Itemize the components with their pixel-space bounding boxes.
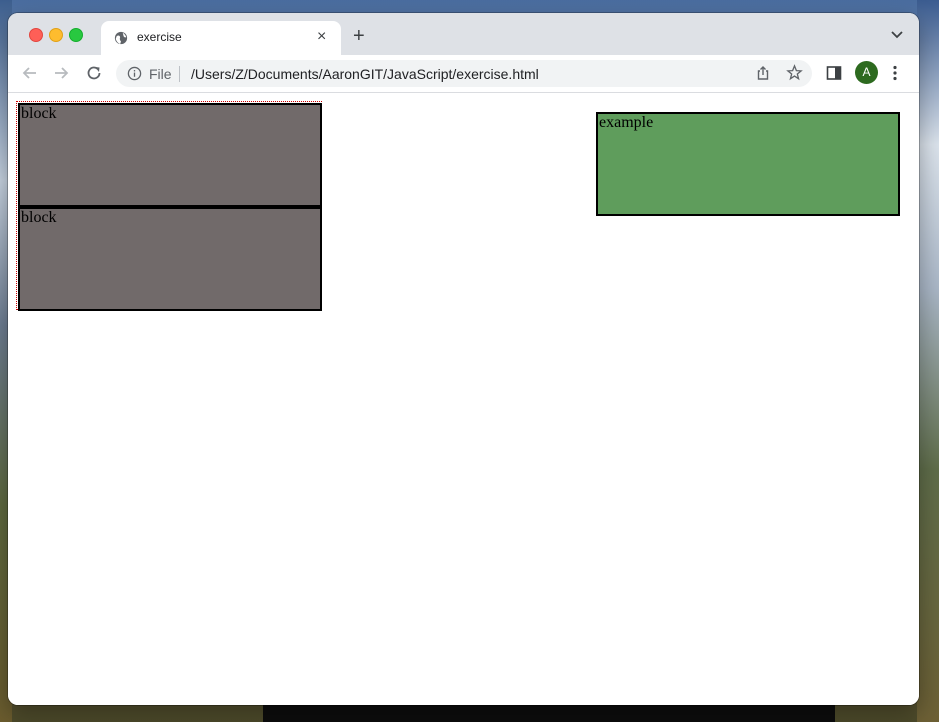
window-minimize-button[interactable] bbox=[49, 28, 63, 42]
tab-exercise[interactable]: exercise × bbox=[101, 21, 341, 55]
back-arrow-icon[interactable] bbox=[21, 64, 39, 82]
omnibox-divider bbox=[179, 66, 180, 82]
chevron-down-icon[interactable] bbox=[890, 29, 904, 39]
forward-arrow-icon[interactable] bbox=[52, 64, 70, 82]
globe-icon bbox=[114, 31, 128, 45]
reload-icon[interactable] bbox=[85, 64, 103, 82]
block-box: block bbox=[18, 103, 322, 207]
new-tab-button[interactable]: + bbox=[353, 26, 365, 46]
example-label: example bbox=[599, 114, 654, 131]
desktop-wallpaper-right bbox=[917, 0, 939, 722]
block-label: block bbox=[21, 105, 57, 122]
bookmark-star-icon[interactable] bbox=[786, 64, 803, 81]
toolbar: File /Users/Z/Documents/AaronGIT/JavaScr… bbox=[8, 55, 919, 93]
url-text[interactable]: /Users/Z/Documents/AaronGIT/JavaScript/e… bbox=[191, 66, 539, 82]
example-box: example bbox=[596, 112, 900, 216]
info-icon[interactable] bbox=[127, 66, 142, 81]
side-panel-icon[interactable] bbox=[826, 65, 842, 81]
tab-strip: exercise × + bbox=[8, 13, 919, 55]
tab-title: exercise bbox=[137, 30, 182, 44]
share-icon[interactable] bbox=[755, 65, 771, 81]
browser-window: exercise × + File /Users/Z/Documents/Aar… bbox=[8, 13, 919, 705]
window-shadow-behind bbox=[263, 704, 835, 722]
scheme-label: File bbox=[149, 66, 172, 82]
address-bar[interactable]: File /Users/Z/Documents/AaronGIT/JavaScr… bbox=[116, 60, 812, 87]
page-viewport: block block example bbox=[8, 93, 919, 705]
block-label: block bbox=[21, 209, 57, 226]
blocks-container: block block bbox=[16, 101, 322, 311]
close-tab-icon[interactable]: × bbox=[317, 28, 326, 46]
profile-avatar[interactable]: A bbox=[855, 61, 878, 84]
window-maximize-button[interactable] bbox=[69, 28, 83, 42]
window-close-button[interactable] bbox=[29, 28, 43, 42]
more-menu-icon[interactable] bbox=[892, 65, 898, 81]
block-box: block bbox=[18, 207, 322, 311]
